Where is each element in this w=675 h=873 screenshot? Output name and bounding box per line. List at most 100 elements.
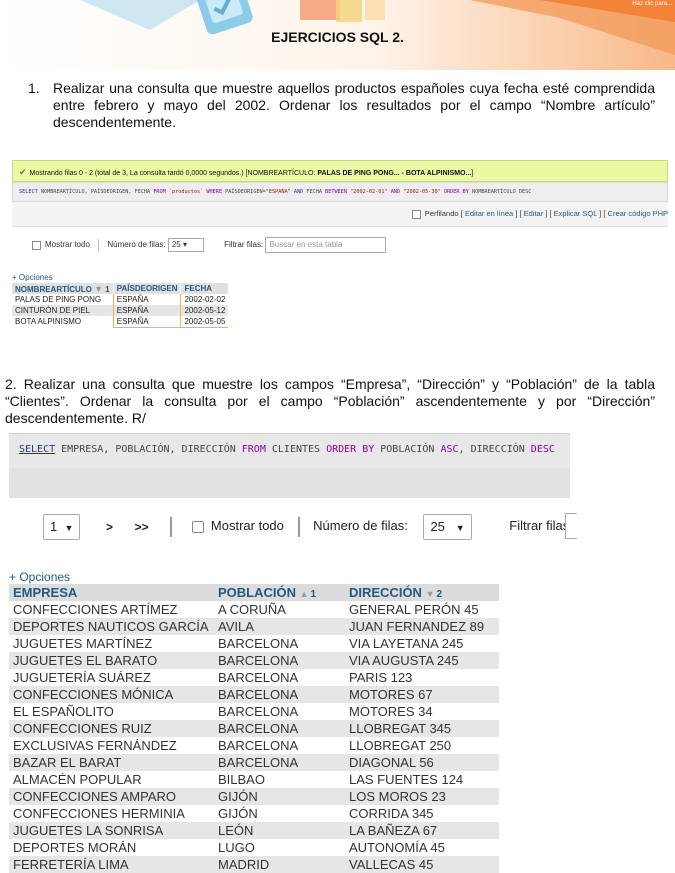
profiling-label: Perfilando [424, 209, 459, 218]
table-cell: MOTORES 34 [345, 703, 499, 720]
results-controls: Mostrar todo Número de filas: 25 ▾ Filtr… [32, 237, 387, 253]
show-all-label: Mostrar todo [210, 518, 284, 533]
results-table-1: NOMBREARTÍCULO ▼ 1 PAÍSDEORIGEN FECHA PA… [12, 283, 229, 328]
question-1-text: Realizar una consulta que muestre aquell… [53, 80, 655, 130]
rows-select-value: 25 [430, 518, 445, 534]
column-header-direccion[interactable]: DIRECCIÓN ▼ 2 [345, 584, 499, 601]
table-cell: ESPAÑA [112, 316, 181, 328]
table-row: ALMACÉN POPULAR BILBAO LAS FUENTES 124 [9, 771, 499, 788]
table-cell: BARCELONA [214, 669, 345, 686]
rows-select[interactable]: 25 ▾ [167, 238, 204, 252]
page-select[interactable]: 1 ▼ [43, 513, 81, 540]
sql-keyword: ASC [440, 444, 459, 455]
table-cell: GIJÓN [214, 805, 345, 822]
sql-keyword: FROM [153, 189, 166, 195]
table-row: PALAS DE PING PONG ESPAÑA 2002-02-02 [12, 294, 229, 305]
success-range: PALAS DE PING PONG... - BOTA ALPINISMO..… [317, 170, 472, 177]
query-links-bar: Perfilando [ Editar en línea ] [ Editar … [12, 202, 668, 227]
inline-edit-link[interactable]: Editar en línea [465, 209, 513, 218]
sort-desc-icon: ▼ [425, 589, 435, 599]
column-header[interactable]: FECHA [180, 283, 229, 294]
column-header-label: DIRECCIÓN [349, 585, 422, 600]
table-cell: MADRID [214, 856, 345, 873]
table-cell: CONFECCIONES RUIZ [9, 720, 214, 737]
sort-order: 1 [105, 284, 110, 294]
show-all-label: Mostrar todo [45, 240, 90, 250]
sql-keyword: BETWEEN [325, 189, 348, 195]
divider [297, 516, 300, 537]
table-cell: FERRETERÍA LIMA [9, 856, 214, 873]
table-cell: BARCELONA [214, 754, 345, 771]
show-all-checkbox[interactable] [32, 240, 41, 250]
table-row: DEPORTES MORÁN LUGO AUTONOMÍA 45 [9, 839, 499, 856]
sql-keyword: WHERE [206, 189, 223, 195]
success-end: ] [471, 170, 474, 177]
question-1: 1. Realizar una consulta que muestre aqu… [28, 80, 655, 131]
banner-text-fragment: Haz clic para... [632, 1, 672, 7]
edit-link[interactable]: Editar [524, 209, 544, 218]
column-header-empresa[interactable]: EMPRESA [9, 584, 214, 601]
sql-keyword: AND [390, 189, 401, 195]
sql-keyword: ORDER BY [443, 189, 469, 195]
sql-keyword: ORDER BY [326, 444, 375, 455]
table-row: FERRETERÍA LIMA MADRID VALLECAS 45 [9, 856, 499, 873]
question-1-number: 1. [28, 80, 40, 96]
table-cell: VIA AUGUSTA 245 [345, 652, 499, 669]
table-cell: 2002-05-12 [180, 305, 229, 316]
table-cell: AVILA [214, 618, 345, 635]
table-cell: ESPAÑA [112, 305, 181, 316]
table-cell: CONFECCIONES ARTÍMEZ [9, 601, 214, 618]
table-row: CONFECCIONES MÓNICA BARCELONA MOTORES 67 [9, 686, 499, 703]
table-row: DEPORTES NAUTICOS GARCÍA AVILA JUAN FERNAN… [9, 618, 499, 635]
last-page-button[interactable]: >> [135, 514, 149, 540]
sql-fragment: NOMBREARTÍCULO, PAÍSDEORIGEN, FECHA [37, 189, 154, 195]
table-row: EXCLUSIVAS FERNÁNDEZ BARCELONA LLOBREGAT 2… [9, 737, 499, 754]
column-header-label: NOMBREARTÍCULO [15, 284, 92, 294]
results-table-2: EMPRESA POBLACIÓN ▲ 1 DIRECCIÓN ▼ 2 CONFEC… [9, 584, 499, 873]
column-header[interactable]: NOMBREARTÍCULO ▼ 1 [12, 283, 114, 294]
sql-keyword: FROM [241, 444, 266, 455]
column-header-poblacion[interactable]: POBLACIÓN ▲ 1 [214, 584, 345, 601]
sort-asc-icon: ▲ [299, 589, 309, 599]
rows-select[interactable]: 25 ▼ [423, 513, 472, 540]
sql-keyword: AND [290, 189, 307, 195]
explain-sql-link[interactable]: Explicar SQL [554, 209, 598, 218]
success-message: ✔ Mostrando filas 0 - 2 (total de 3, La c… [12, 160, 668, 182]
column-header[interactable]: PAÍSDEORIGEN [113, 283, 182, 294]
next-page-button[interactable]: > [106, 514, 113, 540]
page-title: EJERCICIOS SQL 2. [271, 29, 404, 45]
table-cell: 2002-05-05 [180, 316, 229, 328]
page-select-value: 1 [50, 518, 58, 534]
table-row: JUGUETERÍA SUÁREZ BARCELONA PARIS 123 [9, 669, 499, 686]
table-cell: GENERAL PERÓN 45 [345, 601, 499, 618]
table-cell: JUGUETES LA SONRISA [9, 822, 214, 839]
table-cell: ESPAÑA [112, 294, 181, 305]
sql-fragment: , DIRECCIÓN [458, 444, 531, 455]
table-row: JUGUETES LA SONRISA LEÓN LA BAÑEZA 67 [9, 822, 499, 839]
question-2-text: 2. Realizar una consulta que muestre los… [5, 376, 655, 426]
table-row: BAZAR EL BARAT BARCELONA DIAGONAL 56 [9, 754, 499, 771]
table-cell: A CORUÑA [214, 601, 345, 618]
sql-string: "ESPAÑA" [265, 189, 291, 195]
table-cell: BARCELONA [214, 686, 345, 703]
options-link[interactable]: + Opciones [12, 273, 53, 282]
filter-input[interactable] [565, 513, 577, 539]
profiling-checkbox[interactable] [411, 209, 421, 219]
sql-string: "2002-05-30" [400, 189, 444, 195]
create-php-link[interactable]: Crear código PHP [608, 209, 668, 218]
table-row: EL ESPAÑOLITO BARCELONA MOTORES 34 [9, 703, 499, 720]
table-cell: CONFECCIONES HERMINIA [9, 805, 214, 822]
filter-input[interactable]: Buscar en esta tabla [265, 237, 387, 253]
table-cell: PALAS DE PING PONG [12, 294, 114, 305]
sort-order: 2 [436, 589, 443, 600]
sql-query-line: SELECT NOMBREARTÍCULO, PAÍSDEORIGEN, FEC… [12, 182, 668, 202]
sql-keyword[interactable]: SELECT [19, 189, 38, 195]
table-cell: BILBAO [214, 771, 345, 788]
options-link[interactable]: + Opciones [9, 570, 70, 584]
table-cell: PARIS 123 [345, 669, 499, 686]
sql-keyword[interactable]: SELECT [19, 444, 55, 455]
rows-label: Número de filas: [313, 518, 408, 533]
show-all-checkbox[interactable] [191, 520, 204, 533]
sql-fragment: POBLACIÓN [374, 444, 441, 455]
table-cell: DEPORTES NAUTICOS GARCÍA [9, 618, 214, 635]
